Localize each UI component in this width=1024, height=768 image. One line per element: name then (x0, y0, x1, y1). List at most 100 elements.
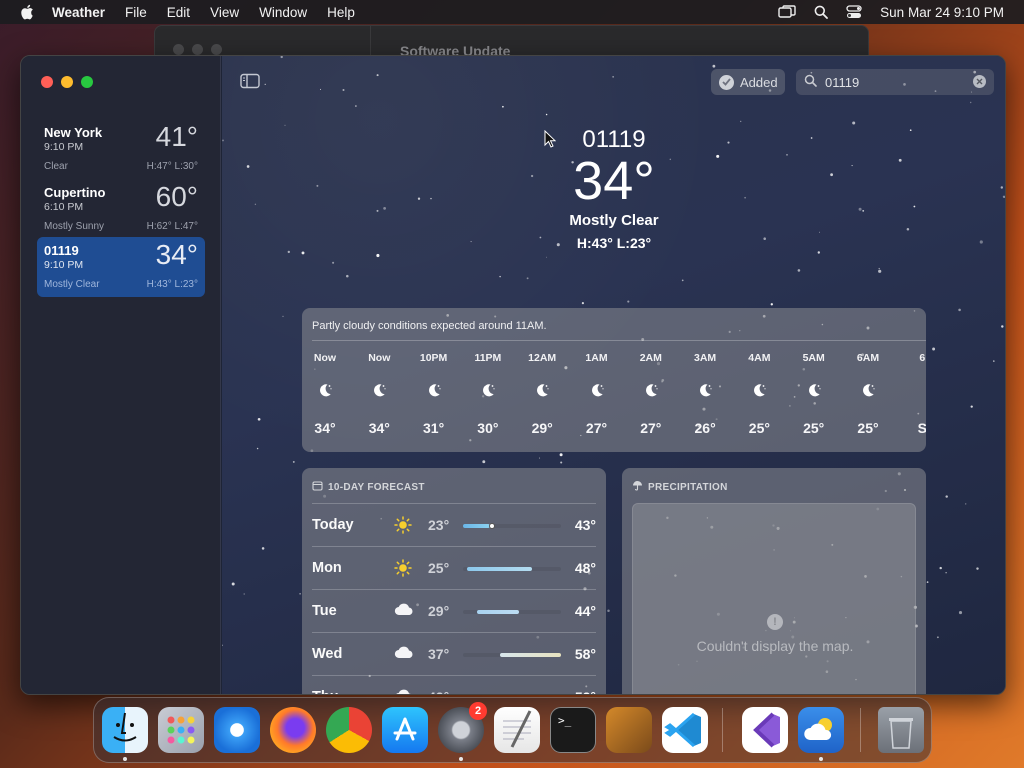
hourly-forecast-panel[interactable]: Partly cloudy conditions expected around… (302, 308, 926, 452)
textedit-icon[interactable] (494, 707, 540, 753)
moon-icon (787, 382, 841, 412)
moon-icon (352, 382, 406, 412)
forecast-high: 44° (574, 603, 596, 619)
hourly-item: 10PM 31° (407, 352, 461, 436)
hour-temp: 27° (585, 420, 608, 436)
star (246, 165, 250, 168)
hourly-item: 1AM 27° (570, 352, 624, 436)
star (958, 308, 961, 312)
location-city: 01119 (44, 243, 79, 258)
forecast-row[interactable]: Today 23° 43° (312, 503, 596, 546)
bg-close-button[interactable] (173, 44, 184, 55)
instruments-icon[interactable] (606, 707, 652, 753)
app-store-icon[interactable] (382, 707, 428, 753)
location-item-new-york[interactable]: New York 9:10 PM 41° Clear H:47° L:30° (37, 119, 205, 179)
star (376, 253, 380, 258)
star (740, 120, 742, 123)
close-button[interactable] (41, 76, 53, 88)
menu-file[interactable]: File (125, 5, 147, 20)
vscode-icon[interactable] (662, 707, 708, 753)
safari-icon[interactable] (214, 707, 260, 753)
visual-studio-icon[interactable] (742, 707, 788, 753)
star (932, 347, 936, 351)
menu-app-name[interactable]: Weather (52, 5, 105, 20)
precipitation-map[interactable]: ! Couldn't display the map. (632, 503, 916, 694)
search-input[interactable]: 01119 (825, 75, 859, 90)
control-center-icon[interactable] (846, 5, 862, 19)
star (222, 139, 224, 142)
star (851, 165, 853, 167)
bg-zoom-button[interactable] (211, 44, 222, 55)
forecast-row[interactable]: Tue 29° 44° (312, 589, 596, 632)
star (264, 83, 266, 85)
menu-view[interactable]: View (210, 5, 239, 20)
clear-search-icon[interactable] (973, 75, 986, 88)
star (945, 572, 947, 574)
trash-icon[interactable] (878, 707, 924, 753)
location-temp: 41° (155, 121, 198, 152)
added-button[interactable]: Added (711, 69, 785, 95)
forecast-row[interactable]: Thu 42° 52° (312, 675, 596, 694)
star (810, 137, 813, 139)
hour-temp: 27° (640, 420, 662, 436)
forecast-high: 58° (574, 646, 596, 662)
chrome-icon[interactable] (326, 707, 372, 753)
firefox-icon[interactable] (270, 707, 316, 753)
location-item-01119[interactable]: 01119 9:10 PM 34° Mostly Clear H:43° L:2… (37, 237, 205, 297)
zoom-button[interactable] (81, 76, 93, 88)
menu-bar: Weather File Edit View Window Help Sun M… (0, 0, 1024, 24)
forecast-row[interactable]: Wed 37° 58° (312, 632, 596, 675)
star (222, 644, 223, 647)
launchpad-icon[interactable] (158, 707, 204, 753)
star (282, 315, 284, 318)
running-indicator (123, 757, 127, 761)
screen-mirroring-icon[interactable] (778, 5, 796, 19)
hour-label: 6AM (856, 352, 880, 364)
hourly-item: 2AM 27° (624, 352, 678, 436)
current-temp-marker (489, 523, 496, 529)
temperature-range-fill (476, 610, 519, 614)
location-time: 6:10 PM (44, 201, 84, 213)
finder-icon[interactable] (102, 707, 148, 753)
toggle-sidebar-button[interactable] (240, 73, 260, 89)
star (1001, 325, 1004, 328)
menu-help[interactable]: Help (327, 5, 355, 20)
minimize-button[interactable] (61, 76, 73, 88)
star (1002, 195, 1005, 198)
hour-label: 11PM (474, 352, 502, 364)
hour-label: 1AM (585, 352, 608, 364)
search-field[interactable]: 01119 (796, 69, 994, 95)
ten-day-forecast-panel[interactable]: 10-DAY FORECAST Today 23° 43° Mon 25° 48°… (302, 468, 606, 694)
star (254, 203, 257, 206)
forecast-row[interactable]: Mon 25° 48° (312, 546, 596, 589)
forecast-day: Tue (312, 603, 337, 619)
location-high-low: H:62° L:47° (146, 221, 198, 232)
star (627, 300, 630, 303)
moon-icon (302, 382, 352, 412)
star (383, 207, 386, 210)
alert-icon: ! (767, 614, 783, 630)
precipitation-panel[interactable]: PRECIPITATION ! Couldn't display the map… (622, 468, 926, 694)
menu-window[interactable]: Window (259, 5, 307, 20)
star (716, 154, 720, 158)
location-item-cupertino[interactable]: Cupertino 6:10 PM 60° Mostly Sunny H:62°… (37, 179, 205, 239)
hour-label: 10PM (419, 352, 448, 364)
hour-label: Now (313, 352, 337, 364)
menu-edit[interactable]: Edit (167, 5, 190, 20)
forecast-low: 25° (428, 560, 450, 576)
terminal-icon[interactable]: >_ (550, 707, 596, 753)
running-indicator (819, 757, 823, 761)
star (970, 101, 972, 104)
bg-minimize-button[interactable] (192, 44, 203, 55)
weather-icon[interactable] (798, 707, 844, 753)
sun-icon (394, 559, 412, 582)
apple-menu-icon[interactable] (20, 4, 34, 20)
spotlight-search-icon[interactable] (814, 5, 829, 19)
current-condition: Mostly Clear (569, 212, 659, 229)
menu-clock[interactable]: Sun Mar 24 9:10 PM (880, 5, 1004, 20)
sun-icon (394, 516, 412, 539)
search-icon (804, 74, 817, 90)
locations-sidebar: New York 9:10 PM 41° Clear H:47° L:30° C… (21, 56, 221, 694)
star (287, 250, 290, 254)
cloud-icon (394, 602, 414, 621)
